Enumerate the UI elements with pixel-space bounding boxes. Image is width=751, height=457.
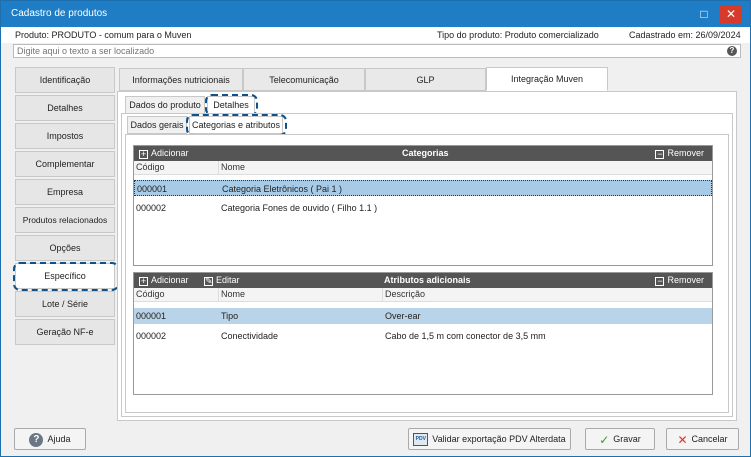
atributos-title: Atributos adicionais [384, 275, 471, 285]
save-button[interactable]: ✓ Gravar [585, 428, 655, 450]
atributos-add-button[interactable]: + Adicionar [139, 275, 189, 286]
col-codigo[interactable]: Código [136, 289, 165, 299]
cancel-button[interactable]: ✕ Cancelar [666, 428, 739, 450]
window-title: Cadastro de produtos [11, 8, 108, 19]
table-row[interactable]: 000002 Categoria Fones de ouvido ( Filho… [134, 200, 712, 216]
check-icon: ✓ [599, 432, 610, 447]
sidebar-item-detalhes[interactable]: Detalhes [15, 95, 115, 121]
column-separator [218, 288, 219, 302]
sidebar-item-opcoes[interactable]: Opções [15, 235, 115, 261]
tab-integracao-muven[interactable]: Integração Muven [486, 67, 608, 91]
minus-icon: − [655, 149, 665, 159]
table-row[interactable]: 000001 Tipo Over-ear [134, 308, 712, 324]
bottom-bar: ? Ajuda PDV Validar exportação PDV Alterda… [1, 423, 750, 456]
col-descricao[interactable]: Descrição [385, 289, 425, 299]
atributos-column-headers: Código Nome Descrição [134, 288, 712, 302]
sidebar-item-empresa[interactable]: Empresa [15, 179, 115, 205]
column-separator [218, 161, 219, 175]
registration-date-label: Cadastrado em: 26/09/2024 [629, 30, 741, 40]
sidebar-item-lote-serie[interactable]: Lote / Série [15, 291, 115, 317]
focus-highlight-categorias [186, 114, 287, 136]
tab-informacoes-nutricionais[interactable]: Informações nutricionais [119, 68, 243, 91]
column-separator [382, 288, 383, 302]
x-icon: ✕ [677, 432, 688, 447]
pdv-icon: PDV [413, 433, 429, 447]
maximize-button[interactable]: □ [693, 5, 715, 23]
atributos-remove-button[interactable]: − Remover [655, 275, 704, 286]
col-codigo[interactable]: Código [136, 162, 165, 172]
categorias-remove-button[interactable]: − Remover [655, 148, 704, 159]
minus-icon: − [655, 276, 665, 286]
atributos-grid: + Adicionar ✎ Editar Atributos adicionais … [133, 272, 713, 395]
col-nome[interactable]: Nome [221, 289, 245, 299]
subtab-dados-do-produto[interactable]: Dados do produto [125, 96, 205, 114]
sidebar-item-impostos[interactable]: Impostos [15, 123, 115, 149]
tab-glp[interactable]: GLP [365, 68, 486, 91]
product-type-label: Tipo do produto: Produto comercializado [437, 30, 599, 40]
title-bar: Cadastro de produtos □ ✕ [1, 1, 750, 27]
categorias-header: + Adicionar Categorias − Remover [134, 146, 712, 161]
tab-telecomunicacao[interactable]: Telecomunicação [243, 68, 365, 91]
categorias-add-button[interactable]: + Adicionar [139, 148, 189, 159]
sidebar-item-produtos-relacionados[interactable]: Produtos relacionados [15, 207, 115, 233]
help-button[interactable]: ? Ajuda [14, 428, 86, 450]
validate-pdv-export-button[interactable]: PDV Validar exportação PDV Alterdata [408, 428, 571, 450]
sidebar-item-identificacao[interactable]: Identificação [15, 67, 115, 93]
atributos-header: + Adicionar ✎ Editar Atributos adicionais … [134, 273, 712, 288]
categorias-title: Categorias [402, 148, 449, 158]
categorias-grid: + Adicionar Categorias − Remover Código No… [133, 145, 713, 266]
help-icon[interactable]: ? [727, 46, 737, 56]
product-info-bar: Produto: PRODUTO - comum para o Muven Ti… [1, 27, 750, 43]
focus-highlight-especifico [13, 262, 119, 291]
atributos-edit-button[interactable]: ✎ Editar [204, 275, 240, 286]
question-icon: ? [29, 432, 44, 447]
product-name-label: Produto: PRODUTO - comum para o Muven [15, 30, 192, 40]
search-input[interactable] [14, 45, 714, 57]
table-row[interactable]: 000002 Conectividade Cabo de 1,5 m com c… [134, 328, 712, 344]
edit-icon: ✎ [204, 276, 213, 286]
plus-icon: + [139, 149, 148, 159]
sidebar-item-geracao-nfe[interactable]: Geração NF-e [15, 319, 115, 345]
categorias-column-headers: Código Nome [134, 161, 712, 175]
close-button[interactable]: ✕ [720, 5, 742, 23]
sidebar-item-complementar[interactable]: Complementar [15, 151, 115, 177]
col-nome[interactable]: Nome [221, 162, 245, 172]
product-registration-window: Cadastro de produtos □ ✕ Produto: PRODUT… [0, 0, 751, 457]
subtab-dados-gerais[interactable]: Dados gerais [127, 116, 187, 134]
plus-icon: + [139, 276, 148, 286]
search-box: ? [13, 44, 741, 58]
table-row[interactable]: 000001 Categoria Eletrônicos ( Pai 1 ) [134, 180, 712, 196]
